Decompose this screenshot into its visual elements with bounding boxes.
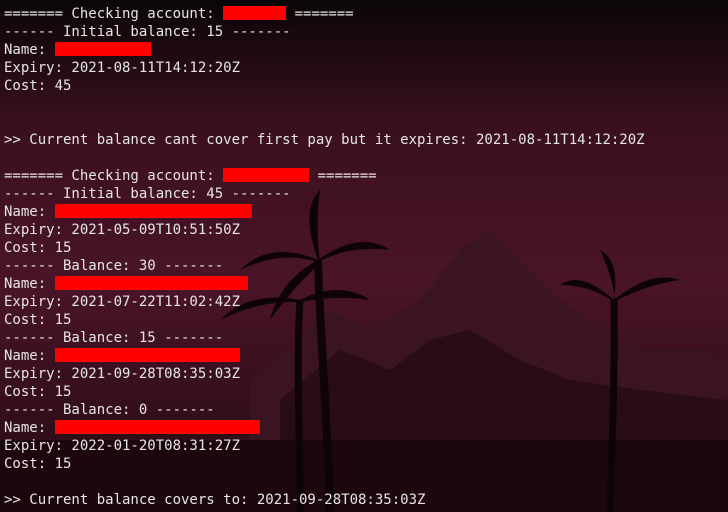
terminal-line-redacted: ======= Checking account: ======= bbox=[4, 5, 728, 23]
terminal-line-redacted: ======= Checking account: ======= bbox=[4, 167, 728, 185]
line-prefix: ======= Checking account: bbox=[4, 168, 224, 184]
line-suffix: ======= bbox=[286, 6, 354, 22]
redaction-box bbox=[54, 204, 252, 218]
terminal-line: ------ Balance: 30 ------- bbox=[4, 258, 224, 274]
line-prefix: ======= Checking account: bbox=[4, 6, 224, 22]
terminal-line: ------ Balance: 0 ------- bbox=[4, 402, 215, 418]
line-prefix: Name: bbox=[4, 276, 55, 292]
line-prefix: Name: bbox=[4, 348, 55, 364]
terminal-line: Cost: 15 bbox=[4, 240, 72, 256]
terminal-line-redacted: Name: bbox=[4, 203, 728, 221]
terminal-line: Cost: 15 bbox=[4, 456, 72, 472]
terminal-line: Cost: 15 bbox=[4, 312, 72, 328]
line-prefix: Name: bbox=[4, 42, 55, 58]
terminal-line-redacted: Name: bbox=[4, 419, 728, 437]
redaction-box bbox=[54, 420, 260, 434]
line-suffix: ======= bbox=[309, 168, 377, 184]
terminal-line: Expiry: 2022-01-20T08:31:27Z bbox=[4, 438, 241, 454]
terminal-output: ======= Checking account: ======= ------ … bbox=[0, 0, 728, 512]
terminal-line: Expiry: 2021-07-22T11:02:42Z bbox=[4, 294, 241, 310]
terminal-line: Expiry: 2021-05-09T10:51:50Z bbox=[4, 222, 241, 238]
terminal-line: >> Current balance covers to: 2021-09-28… bbox=[4, 492, 426, 508]
redaction-box bbox=[54, 42, 151, 56]
terminal-line-redacted: Name: bbox=[4, 275, 728, 293]
terminal-line: Cost: 15 bbox=[4, 384, 72, 400]
terminal-line-redacted: Name: bbox=[4, 347, 728, 365]
terminal-line: Expiry: 2021-08-11T14:12:20Z bbox=[4, 60, 241, 76]
terminal-line: Cost: 45 bbox=[4, 78, 72, 94]
redaction-box bbox=[223, 6, 287, 20]
redaction-box bbox=[223, 168, 310, 182]
terminal-line-redacted: Name: bbox=[4, 41, 728, 59]
line-prefix: Name: bbox=[4, 204, 55, 220]
terminal-line: ------ Balance: 15 ------- bbox=[4, 330, 224, 346]
terminal-line: ------ Initial balance: 45 ------- bbox=[4, 186, 291, 202]
redaction-box bbox=[54, 348, 240, 362]
line-prefix: Name: bbox=[4, 420, 55, 436]
redaction-box bbox=[54, 276, 248, 290]
terminal-line: Expiry: 2021-09-28T08:35:03Z bbox=[4, 366, 241, 382]
terminal-line: ------ Initial balance: 15 ------- bbox=[4, 24, 291, 40]
terminal-line: >> Current balance cant cover first pay … bbox=[4, 132, 645, 148]
